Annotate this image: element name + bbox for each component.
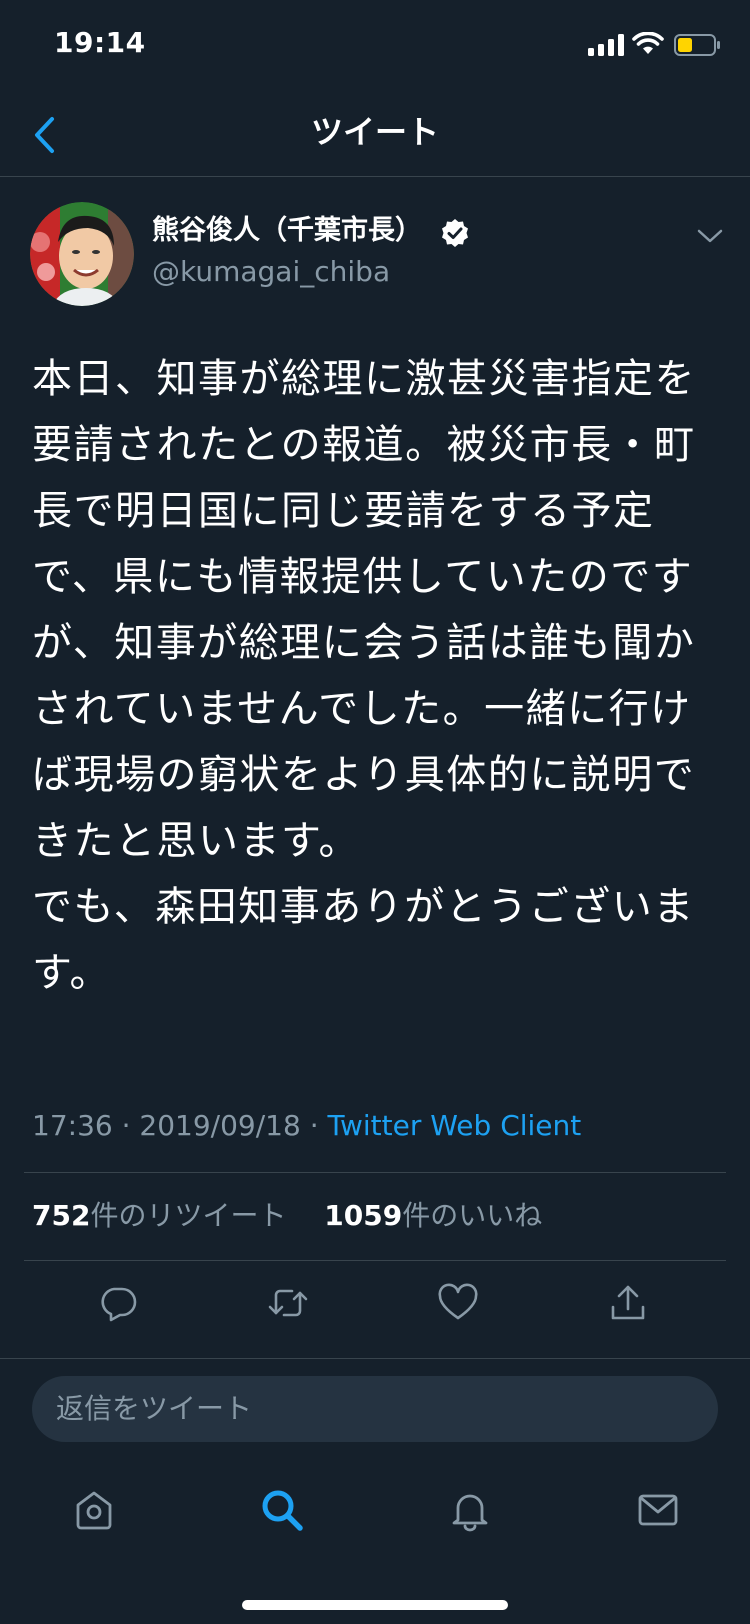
signal-icon — [588, 34, 624, 56]
reply-button[interactable] — [93, 1278, 143, 1328]
battery-icon — [674, 34, 720, 56]
author-handle[interactable]: @kumagai_chiba — [152, 252, 390, 292]
avatar[interactable] — [30, 202, 134, 306]
like-button[interactable] — [433, 1278, 483, 1328]
verified-icon — [442, 219, 468, 247]
avatar-photo — [30, 202, 134, 306]
like-count: 1059 — [324, 1199, 403, 1232]
divider — [0, 176, 750, 177]
reply-icon — [101, 1287, 137, 1322]
like-count-label: 件のいいね — [402, 1199, 543, 1232]
tab-home[interactable] — [64, 1480, 124, 1540]
retweet-count-label: 件のリツイート — [90, 1199, 287, 1232]
tab-search[interactable] — [252, 1480, 312, 1540]
divider — [24, 1172, 726, 1173]
tab-notifications[interactable] — [440, 1480, 500, 1540]
meta-separator: · — [112, 1109, 140, 1142]
retweet-icon — [268, 1289, 308, 1317]
tweet-source-link[interactable]: Twitter Web Client — [328, 1109, 582, 1142]
tweet-stats: 752件のリツイート 1059件のいいね — [32, 1196, 542, 1236]
reply-placeholder: 返信をツイート — [56, 1392, 253, 1425]
wifi-icon — [632, 32, 664, 54]
home-icon — [76, 1491, 112, 1530]
status-time: 19:14 — [54, 26, 146, 59]
tweet-text: 本日、知事が総理に激甚災害指定を要請されたとの報道。被災市長・町長で明日国に同じ… — [32, 356, 696, 996]
page-title: ツイート — [310, 113, 439, 151]
tweet-date: 2019/09/18 — [139, 1109, 301, 1142]
home-indicator — [242, 1600, 508, 1610]
retweet-count-link[interactable]: 752件のリツイート — [32, 1199, 286, 1232]
tweet-meta: 17:36 · 2019/09/18 · Twitter Web Client — [32, 1106, 581, 1146]
heart-icon — [438, 1283, 478, 1320]
tweet-time: 17:36 — [32, 1109, 113, 1142]
retweet-count: 752 — [32, 1199, 91, 1232]
chevron-down-icon[interactable] — [694, 220, 726, 252]
author-name[interactable]: 熊谷俊人（千葉市長） — [152, 212, 422, 250]
mail-icon — [638, 1494, 678, 1526]
search-icon — [262, 1490, 303, 1531]
retweet-button[interactable] — [263, 1278, 313, 1328]
share-icon — [611, 1285, 645, 1320]
divider — [0, 1358, 750, 1359]
tab-messages[interactable] — [628, 1480, 688, 1540]
share-button[interactable] — [603, 1278, 653, 1328]
like-count-link[interactable]: 1059件のいいね — [324, 1199, 542, 1232]
divider — [24, 1260, 726, 1261]
meta-separator: · — [300, 1109, 328, 1142]
bell-icon — [452, 1494, 488, 1532]
